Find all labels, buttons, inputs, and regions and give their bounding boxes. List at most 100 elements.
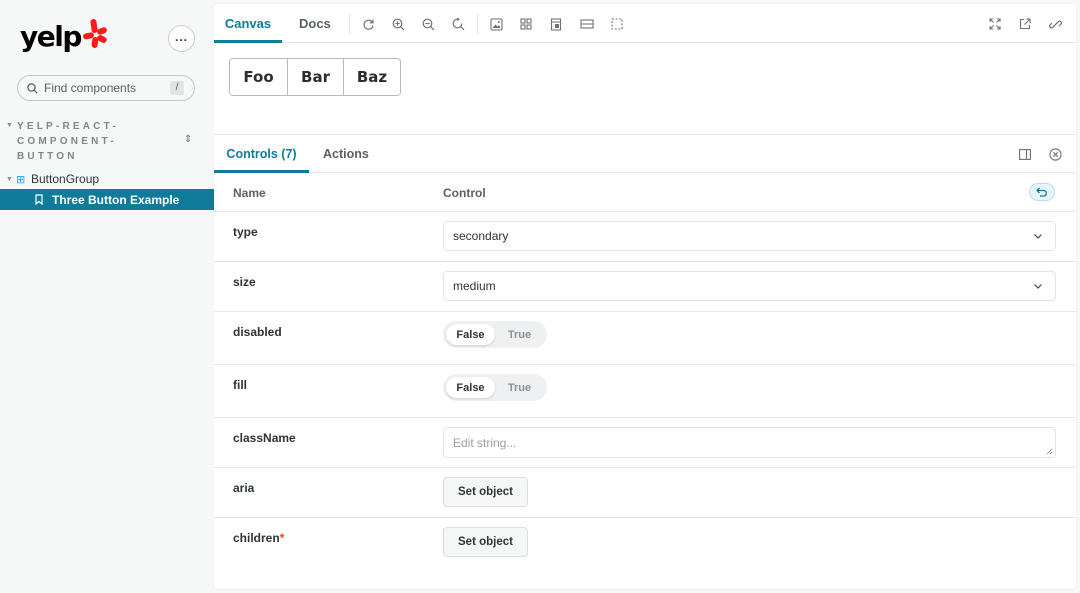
chevron-down-icon (1034, 234, 1042, 239)
logo-wordmark: yelp (20, 20, 82, 53)
control-name: children (233, 531, 280, 545)
mobile-icon (550, 17, 562, 31)
grid-icon (520, 18, 532, 30)
reset-controls-button[interactable] (1029, 183, 1055, 201)
remount-button[interactable] (360, 16, 376, 32)
control-name: className (233, 431, 296, 445)
more-options-button[interactable]: ... (168, 25, 195, 52)
controls-table-header: Name Control (214, 173, 1076, 212)
column-header-control: Control (443, 186, 486, 200)
image-icon (489, 17, 503, 31)
control-name: aria (233, 481, 255, 495)
viewport-button[interactable] (548, 16, 564, 32)
column-header-name: Name (233, 186, 266, 200)
control-row-classname: className Edit string... (214, 418, 1076, 468)
children-set-object-button[interactable]: Set object (443, 527, 528, 557)
fullscreen-button[interactable] (987, 16, 1003, 32)
yelp-burst-icon (82, 19, 107, 48)
toggle-option-true[interactable]: True (495, 324, 544, 345)
sidebar-item-buttongroup[interactable]: ▼ ⊞ ButtonGroup (0, 170, 214, 188)
zoom-out-icon (422, 18, 434, 30)
toggle-option-true[interactable]: True (495, 377, 544, 398)
required-mark: * (279, 531, 285, 545)
chevron-down-icon (1034, 284, 1042, 289)
tab-controls[interactable]: Controls (7) (214, 135, 309, 173)
resize-grip-icon[interactable] (1046, 448, 1053, 455)
search-input[interactable] (44, 81, 154, 95)
tab-docs[interactable]: Docs (299, 4, 331, 43)
component-icon: ⊞ (16, 173, 26, 186)
sidebar-item-three-button-example[interactable]: Three Button Example (0, 189, 214, 210)
disabled-toggle[interactable]: False True (443, 321, 547, 348)
control-row-type: type secondary (214, 212, 1076, 262)
expand-collapse-icon[interactable]: ⇕ (184, 134, 192, 145)
grid-button[interactable] (518, 16, 534, 32)
bookmark-icon (35, 194, 43, 205)
yelp-logo[interactable]: yelp (20, 18, 108, 56)
outline-button[interactable] (609, 16, 625, 32)
tab-actions[interactable]: Actions (323, 135, 369, 173)
textarea-placeholder: Edit string... (453, 436, 517, 450)
zoom-reset-button[interactable] (450, 16, 466, 32)
control-row-size: size medium (214, 262, 1076, 312)
type-select[interactable]: secondary (443, 221, 1056, 251)
control-row-children: children* Set object (214, 518, 1076, 568)
control-name: size (233, 275, 256, 289)
addons-panel: Controls (7) Actions Name Control type s… (214, 134, 1076, 589)
tab-canvas[interactable]: Canvas (214, 4, 282, 43)
fill-toggle[interactable]: False True (443, 374, 547, 401)
sidebar-item-label: ButtonGroup (31, 172, 100, 186)
bar-button[interactable]: Bar (287, 59, 343, 95)
control-row-fill: fill False True (214, 365, 1076, 418)
toolbar-divider (349, 14, 350, 34)
control-row-aria: aria Set object (214, 468, 1076, 518)
close-circle-icon (1048, 147, 1062, 161)
search-shortcut-key: / (170, 81, 184, 95)
search-icon (27, 82, 38, 94)
open-new-tab-button[interactable] (1017, 16, 1033, 32)
zoom-in-icon (392, 18, 404, 30)
background-button[interactable] (488, 16, 504, 32)
zoom-reset-icon (452, 17, 464, 30)
external-link-icon (1019, 18, 1031, 30)
classname-textarea[interactable]: Edit string... (443, 427, 1056, 458)
toggle-option-false[interactable]: False (446, 377, 495, 398)
group-label: YELP-REACT-COMPONENT-BUTTON (17, 121, 119, 162)
undo-icon (1036, 187, 1047, 197)
control-name: disabled (233, 325, 282, 339)
toolbar: Canvas Docs (214, 4, 1076, 43)
caret-down-icon: ▼ (6, 122, 13, 129)
toggle-option-false[interactable]: False (446, 324, 495, 345)
panel-orientation-button[interactable] (1017, 146, 1033, 162)
copy-link-button[interactable] (1047, 16, 1063, 32)
canvas-preview: Foo Bar Baz (214, 44, 1076, 134)
close-panel-button[interactable] (1047, 146, 1063, 162)
button-group-preview: Foo Bar Baz (229, 58, 401, 96)
zoom-out-button[interactable] (420, 16, 436, 32)
foo-button[interactable]: Foo (230, 59, 287, 95)
main-panel: Canvas Docs Foo Bar Baz Controls (7) Act… (214, 4, 1076, 589)
ruler-icon (580, 19, 594, 29)
caret-down-icon: ▼ (6, 175, 13, 183)
addon-tabs: Controls (7) Actions (214, 135, 1076, 173)
link-icon (1048, 20, 1062, 28)
search-box[interactable]: / (17, 75, 195, 101)
ellipsis-icon: ... (174, 29, 188, 44)
select-value: medium (453, 279, 496, 293)
control-name: type (233, 225, 258, 239)
fullscreen-icon (989, 18, 1001, 30)
aria-set-object-button[interactable]: Set object (443, 477, 528, 507)
control-name: fill (233, 378, 247, 392)
sidebar: yelp ... / ▼ YELP-REACT-COMPONENT-BUTTON… (0, 0, 214, 593)
measure-button[interactable] (579, 16, 595, 32)
control-row-disabled: disabled False True (214, 312, 1076, 365)
sidebar-layout-icon (1019, 148, 1031, 160)
toolbar-divider (477, 14, 478, 34)
size-select[interactable]: medium (443, 271, 1056, 301)
sidebar-item-label: Three Button Example (52, 192, 180, 207)
baz-button[interactable]: Baz (343, 59, 400, 95)
refresh-icon (362, 19, 374, 30)
zoom-in-button[interactable] (390, 16, 406, 32)
select-value: secondary (453, 229, 509, 243)
outline-icon (611, 18, 623, 30)
